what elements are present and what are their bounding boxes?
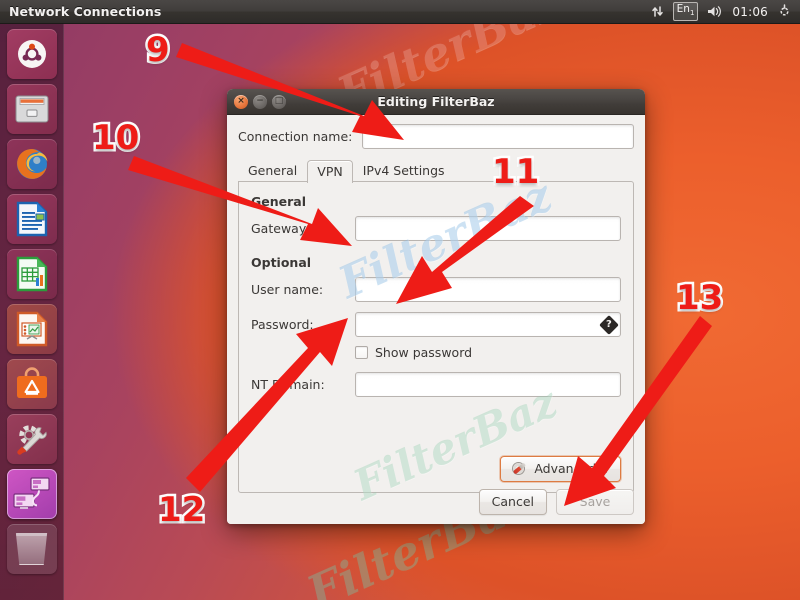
nt-domain-input[interactable] [355,372,621,397]
tools-icon [513,462,528,476]
vpn-tab-panel: General Gateway: Optional User name: Pas… [238,181,634,493]
annotation-9: 9 [144,28,173,73]
show-password-checkbox[interactable] [355,346,368,359]
username-input[interactable] [355,277,621,302]
show-password-row[interactable]: Show password [355,345,621,360]
connection-name-input[interactable] [362,124,634,149]
nt-domain-row: NT Domain: [251,372,621,397]
show-password-label: Show password [375,345,473,360]
key-icon-glyph: ? [606,318,612,330]
editing-connection-dialog: × − □ Editing FilterBaz Connection name:… [227,89,645,524]
tab-vpn[interactable]: VPN [307,160,353,183]
launcher-item-libreoffice-calc[interactable] [6,249,57,299]
keyboard-layout-label: En [676,2,690,15]
keyboard-layout-sub: 1 [689,9,695,18]
advanced-button[interactable]: Advanced... [500,456,621,482]
save-button-label: Save [579,494,611,509]
username-label: User name: [251,282,324,297]
connection-name-label: Connection name: [238,129,353,144]
dialog-body: Connection name: General VPN IPv4 Settin… [227,115,645,524]
launcher-item-network-connections[interactable] [6,469,57,519]
password-field-wrapper: ? [355,312,621,337]
launcher-item-dash-ubuntu[interactable] [6,29,57,79]
volume-icon[interactable] [707,5,723,18]
maximize-icon: □ [274,96,284,106]
system-menu-gear-icon[interactable] [777,4,792,19]
close-button[interactable]: × [234,94,248,109]
dialog-titlebar[interactable]: × − □ Editing FilterBaz [227,89,645,115]
gateway-label: Gateway: [251,221,310,236]
launcher-item-system-settings[interactable] [6,414,57,464]
dialog-tabs: General VPN IPv4 Settings [238,158,634,183]
password-label: Password: [251,317,314,332]
network-icon[interactable] [651,5,664,18]
launcher-item-libreoffice-writer[interactable] [6,194,57,244]
annotation-12: 12 [155,488,207,533]
annotation-11: 11 [489,150,541,195]
trash-icon [15,533,48,565]
launcher-item-trash[interactable] [6,524,57,574]
maximize-button[interactable]: □ [272,94,286,109]
username-row: User name: [251,277,621,302]
minimize-icon: − [256,96,264,106]
launcher-item-firefox[interactable] [6,139,57,189]
launcher-item-files[interactable] [6,84,57,134]
annotation-13: 13 [673,276,725,321]
password-input[interactable] [355,312,621,337]
gateway-row: Gateway: [251,216,621,241]
desktop: Network Connections En1 01:06 FilterBaz … [0,0,800,600]
general-section-header: General [251,194,306,209]
connection-name-row: Connection name: [238,124,634,149]
nt-domain-label: NT Domain: [251,377,325,392]
cancel-button-label: Cancel [491,494,534,509]
dialog-action-buttons: Cancel Save [478,489,634,515]
optional-section-header: Optional [251,255,312,270]
launcher-item-libreoffice-impress[interactable] [6,304,57,354]
advanced-button-label: Advanced... [534,461,608,476]
unity-launcher [0,24,64,600]
dialog-title: Editing FilterBaz [377,94,495,109]
tab-ipv4-settings[interactable]: IPv4 Settings [353,159,455,182]
close-icon: × [237,96,245,106]
launcher-item-software-center[interactable] [6,359,57,409]
save-button[interactable]: Save [556,489,634,515]
tab-general[interactable]: General [238,159,307,182]
password-row: Password: ? [251,312,621,337]
top-panel: Network Connections En1 01:06 [0,0,800,24]
annotation-10: 10 [89,116,141,161]
panel-window-title: Network Connections [9,4,162,19]
keyboard-layout-indicator[interactable]: En1 [672,1,699,22]
advanced-row: Advanced... [500,456,621,482]
minimize-button[interactable]: − [253,94,267,109]
cancel-button[interactable]: Cancel [478,489,547,515]
gateway-input[interactable] [355,216,621,241]
clock[interactable]: 01:06 [732,5,768,19]
panel-indicators: En1 01:06 [651,1,800,22]
